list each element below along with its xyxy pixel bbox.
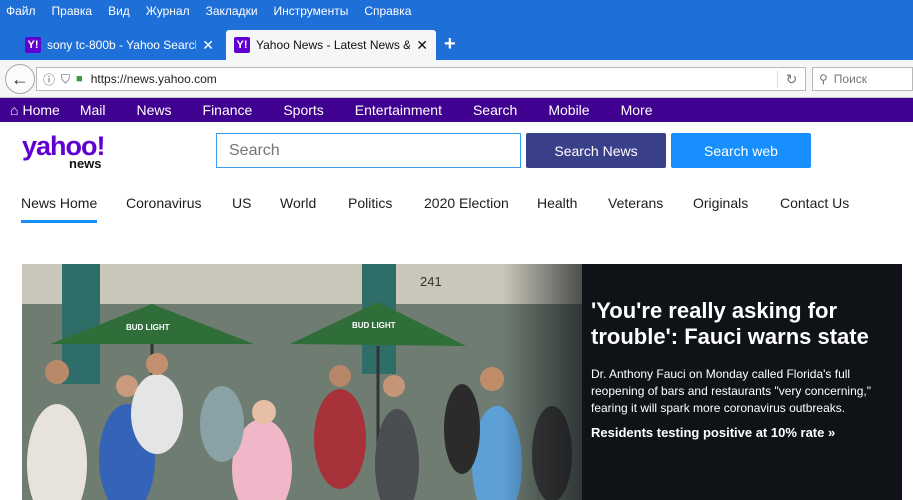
- yahoo-news-logo[interactable]: yahoo! news: [22, 132, 122, 172]
- tab-yahoo-search[interactable]: Y! sony tc-800b - Yahoo Search ... ✕: [17, 30, 222, 60]
- nav-sports[interactable]: Sports: [283, 102, 323, 118]
- tab-strip: Y! sony tc-800b - Yahoo Search ... ✕ Y! …: [0, 28, 913, 60]
- menu-history[interactable]: Журнал: [146, 4, 190, 18]
- browser-search-field[interactable]: ⚲ Поиск: [812, 67, 913, 91]
- url-text[interactable]: https://news.yahoo.com: [91, 72, 777, 86]
- browser-chrome: Файл Правка Вид Журнал Закладки Инструме…: [0, 0, 913, 98]
- browser-navbar: ← ⓘ ⛉ ■ https://news.yahoo.com ↻ ⚲ Поиск: [0, 60, 913, 98]
- tab-health[interactable]: Health: [537, 195, 577, 211]
- nav-mail[interactable]: Mail: [80, 102, 106, 118]
- logo-sub: news: [69, 156, 102, 171]
- search-icon: ⚲: [819, 72, 828, 86]
- hero-summary: Dr. Anthony Fauci on Monday called Flori…: [591, 367, 872, 415]
- nav-finance[interactable]: Finance: [203, 102, 253, 118]
- tab-politics[interactable]: Politics: [348, 195, 392, 211]
- menu-file[interactable]: Файл: [6, 4, 36, 18]
- tab-title: Yahoo News - Latest News & ...: [256, 38, 411, 52]
- back-arrow-icon: ←: [11, 68, 29, 89]
- shield-icon[interactable]: ⛉: [61, 72, 70, 87]
- tab-title: sony tc-800b - Yahoo Search ...: [47, 38, 196, 52]
- tab-us[interactable]: US: [232, 195, 251, 211]
- nav-search[interactable]: Search: [473, 102, 517, 118]
- tab-yahoo-news[interactable]: Y! Yahoo News - Latest News & ... ✕: [226, 30, 436, 60]
- nav-entertainment[interactable]: Entertainment: [355, 102, 442, 118]
- browser-menubar: Файл Правка Вид Журнал Закладки Инструме…: [0, 0, 913, 22]
- close-icon[interactable]: ✕: [416, 37, 428, 54]
- umbrella-logo-text: BUD LIGHT: [126, 323, 170, 332]
- menu-help[interactable]: Справка: [364, 4, 411, 18]
- menu-tools[interactable]: Инструменты: [274, 4, 349, 18]
- building-facade: [22, 264, 582, 304]
- tab-veterans[interactable]: Veterans: [608, 195, 663, 211]
- menu-bookmarks[interactable]: Закладки: [206, 4, 258, 18]
- tab-world[interactable]: World: [280, 195, 316, 211]
- nav-mobile[interactable]: Mobile: [548, 102, 589, 118]
- nav-home-label: Home: [22, 102, 60, 118]
- tab-contact-us[interactable]: Contact Us: [780, 195, 849, 211]
- search-input[interactable]: [216, 133, 521, 168]
- hero-story[interactable]: 241 BUD LIGHT BUD LIGHT 'You're really a…: [22, 264, 902, 500]
- address-bar[interactable]: ⓘ ⛉ ■ https://news.yahoo.com ↻: [36, 67, 806, 91]
- search-web-button[interactable]: Search web: [671, 133, 811, 168]
- yahoo-favicon-icon: Y!: [234, 37, 250, 53]
- hero-image[interactable]: 241 BUD LIGHT BUD LIGHT: [22, 264, 582, 500]
- nav-home[interactable]: ⌂ Home: [0, 102, 60, 118]
- hero-related-link[interactable]: Residents testing positive at 10% rate »: [591, 425, 871, 440]
- tab-coronavirus[interactable]: Coronavirus: [126, 195, 201, 211]
- yahoo-favicon-icon: Y!: [25, 37, 41, 53]
- close-icon[interactable]: ✕: [202, 37, 214, 54]
- tab-news-home[interactable]: News Home: [21, 195, 97, 211]
- nav-news[interactable]: News: [137, 102, 172, 118]
- tab-2020-election[interactable]: 2020 Election: [424, 195, 509, 211]
- hero-text: 'You're really asking for trouble': Fauc…: [591, 298, 871, 440]
- search-news-button[interactable]: Search News: [526, 133, 666, 168]
- home-icon: ⌂: [10, 102, 19, 118]
- tab-originals[interactable]: Originals: [693, 195, 748, 211]
- umbrella-logo-text: BUD LIGHT: [352, 321, 396, 330]
- hero-headline[interactable]: 'You're really asking for trouble': Fauc…: [591, 298, 871, 350]
- teal-pillar: [62, 264, 100, 384]
- nav-more[interactable]: More: [621, 102, 653, 118]
- active-tab-indicator: [21, 220, 97, 223]
- menu-view[interactable]: Вид: [108, 4, 130, 18]
- new-tab-button[interactable]: +: [444, 32, 456, 56]
- info-icon[interactable]: ⓘ: [43, 71, 55, 88]
- section-nav: News Home Coronavirus US World Politics …: [21, 188, 891, 224]
- menu-edit[interactable]: Правка: [52, 4, 93, 18]
- reload-icon[interactable]: ↻: [777, 70, 805, 88]
- building-number: 241: [420, 274, 442, 289]
- yahoo-global-nav: ⌂ Home Mail News Finance Sports Entertain…: [0, 98, 913, 122]
- browser-search-placeholder: Поиск: [833, 72, 868, 86]
- lock-icon: ■: [76, 73, 83, 85]
- back-button[interactable]: ←: [5, 64, 35, 94]
